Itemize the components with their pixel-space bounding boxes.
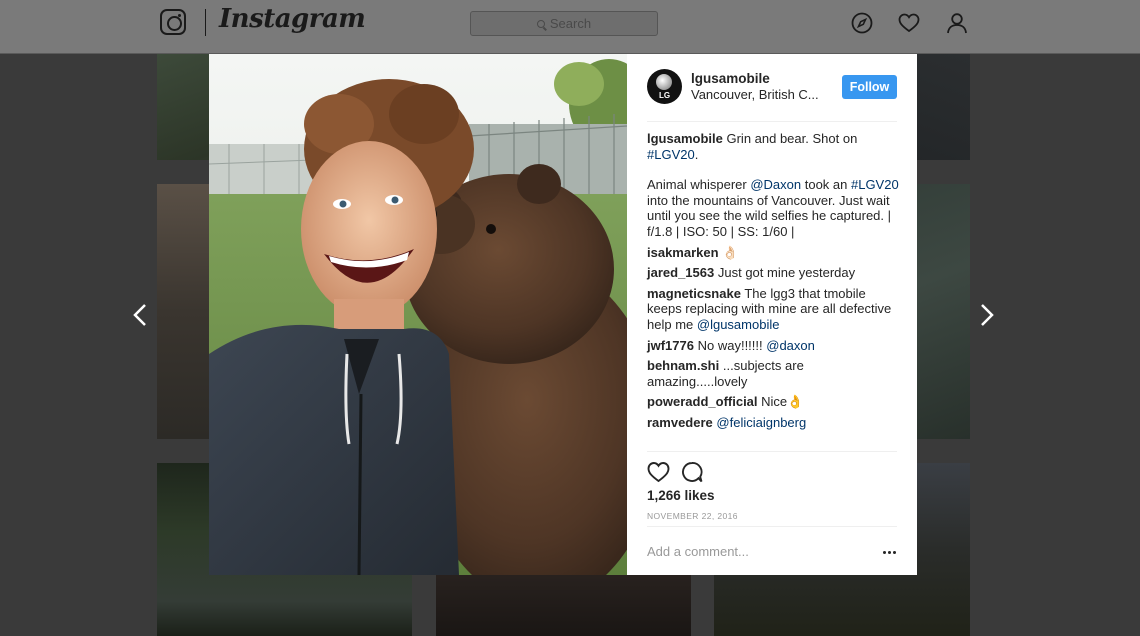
caption: lgusamobile Grin and bear. Shot on #LGV2… bbox=[647, 131, 899, 240]
more-options-icon[interactable] bbox=[883, 551, 896, 554]
comment-username[interactable]: poweradd_official bbox=[647, 394, 758, 409]
comment-username[interactable]: jared_1563 bbox=[647, 265, 714, 280]
like-heart-icon[interactable] bbox=[647, 461, 670, 483]
selfie-with-bear-image bbox=[209, 54, 627, 575]
caption-text: Grin and bear. Shot on bbox=[726, 131, 858, 146]
post-photo[interactable] bbox=[209, 54, 627, 575]
comment: magneticsnake The lgg3 that tmobile keep… bbox=[647, 286, 899, 333]
dot bbox=[893, 551, 896, 554]
post-location[interactable]: Vancouver, British C... bbox=[691, 87, 819, 102]
comment: jwf1776 No way!!!!!! @daxon bbox=[647, 338, 899, 354]
divider bbox=[647, 526, 897, 527]
comment-text: No way!!!!!! bbox=[697, 337, 767, 353]
comment-username[interactable]: jwf1776 bbox=[647, 338, 694, 353]
post-username[interactable]: lgusamobile bbox=[691, 71, 770, 86]
caption-body-text-3: into the mountains of Vancouver. Just wa… bbox=[647, 192, 892, 239]
avatar[interactable]: LG bbox=[647, 69, 682, 104]
user-profile-icon[interactable] bbox=[946, 12, 968, 34]
caption-hashtag[interactable]: #LGV20 bbox=[647, 147, 695, 162]
comment: jared_1563 Just got mine yesterday bbox=[647, 265, 899, 281]
search-input[interactable]: Search bbox=[470, 11, 658, 36]
dot bbox=[888, 551, 891, 554]
follow-button[interactable]: Follow bbox=[842, 75, 897, 99]
comment-text: Nice👌 bbox=[761, 394, 804, 410]
comment-username[interactable]: magneticsnake bbox=[647, 286, 741, 301]
caption-end: . bbox=[694, 146, 699, 162]
post-details-panel: LG lgusamobile Vancouver, British C... F… bbox=[627, 54, 917, 575]
comment: behnam.shi ...subjects are amazing.....l… bbox=[647, 358, 899, 389]
post-actions bbox=[647, 459, 897, 483]
previous-post-arrow-icon[interactable] bbox=[133, 303, 147, 327]
divider bbox=[647, 451, 897, 452]
compass-icon[interactable] bbox=[851, 12, 873, 34]
comment-username[interactable]: isakmarken bbox=[647, 245, 719, 260]
instagram-camera-icon[interactable] bbox=[160, 9, 186, 35]
divider bbox=[647, 121, 897, 122]
post-date: NOVEMBER 22, 2016 bbox=[647, 511, 738, 521]
caption-body-text-2: took an bbox=[801, 177, 851, 193]
search-icon bbox=[536, 19, 545, 28]
top-navigation-bar: Instagram Search bbox=[0, 0, 1140, 54]
caption-body-text-1: Animal whisperer bbox=[647, 177, 751, 193]
avatar-text: LG bbox=[658, 91, 671, 100]
caption-body-mention[interactable]: @Daxon bbox=[750, 177, 801, 192]
comment-text: 👌🏻 bbox=[722, 244, 739, 260]
comment-username[interactable]: behnam.shi bbox=[647, 358, 719, 373]
instagram-wordmark[interactable]: Instagram bbox=[219, 4, 366, 34]
caption-body: Animal whisperer @Daxon took an #LGV20 i… bbox=[647, 177, 899, 239]
comment-bubble-icon[interactable] bbox=[681, 461, 703, 483]
post-modal: LG lgusamobile Vancouver, British C... F… bbox=[209, 54, 917, 575]
comment-mention[interactable]: @daxon bbox=[766, 338, 815, 353]
search-placeholder: Search bbox=[549, 16, 592, 31]
comment-mention[interactable]: @feliciaignberg bbox=[716, 415, 806, 430]
post-header: LG lgusamobile Vancouver, British C... F… bbox=[647, 69, 897, 109]
heart-icon[interactable] bbox=[898, 12, 920, 34]
next-post-arrow-icon[interactable] bbox=[980, 303, 994, 327]
lg-logo-icon bbox=[656, 74, 672, 90]
comments-list: lgusamobile Grin and bear. Shot on #LGV2… bbox=[647, 131, 899, 436]
likes-count[interactable]: 1,266 likes bbox=[647, 488, 715, 503]
dot bbox=[883, 551, 886, 554]
comment-text: Just got mine yesterday bbox=[717, 265, 856, 281]
add-comment-input[interactable]: Add a comment... bbox=[647, 544, 749, 559]
comment: isakmarken 👌🏻 bbox=[647, 245, 899, 261]
comment-username[interactable]: ramvedere bbox=[647, 415, 713, 430]
comment: poweradd_official Nice👌 bbox=[647, 394, 899, 410]
logo-divider bbox=[205, 9, 206, 36]
caption-body-hashtag[interactable]: #LGV20 bbox=[851, 177, 899, 192]
comment: ramvedere @feliciaignberg bbox=[647, 415, 899, 431]
comment-mention[interactable]: @lgusamobile bbox=[697, 317, 780, 332]
caption-username[interactable]: lgusamobile bbox=[647, 131, 723, 146]
